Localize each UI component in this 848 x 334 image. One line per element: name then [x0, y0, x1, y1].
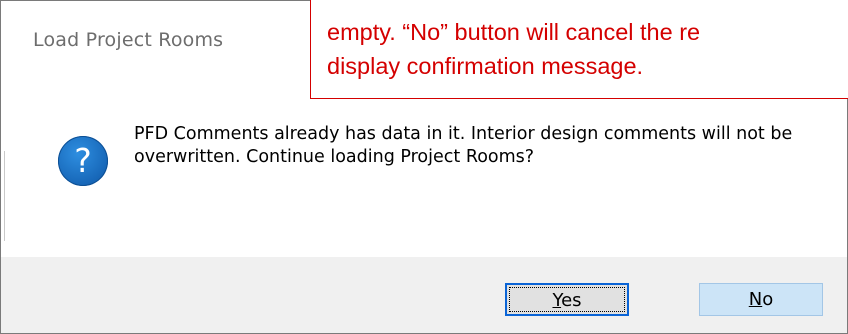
dialog-message: PFD Comments already has data in it. Int… [134, 124, 793, 167]
no-button[interactable]: No [699, 283, 823, 316]
callout-line-partial [327, 0, 848, 15]
button-bar: Yes No [1, 257, 847, 333]
question-mark-glyph: ? [74, 141, 92, 180]
callout-line-1: empty. “No” button will cancel the re [327, 19, 701, 45]
focus-ring [509, 287, 625, 312]
annotation-callout: empty. “No” button will cancel the re di… [310, 0, 848, 99]
yes-button[interactable]: Yes [505, 283, 629, 316]
window-edge [0, 151, 5, 241]
callout-line-2: display confirmation message. [327, 53, 644, 79]
dialog-title: Load Project Rooms [33, 29, 224, 51]
no-mnemonic: N [748, 289, 763, 310]
no-label-rest: o [762, 289, 774, 310]
question-icon: ? [58, 136, 108, 186]
